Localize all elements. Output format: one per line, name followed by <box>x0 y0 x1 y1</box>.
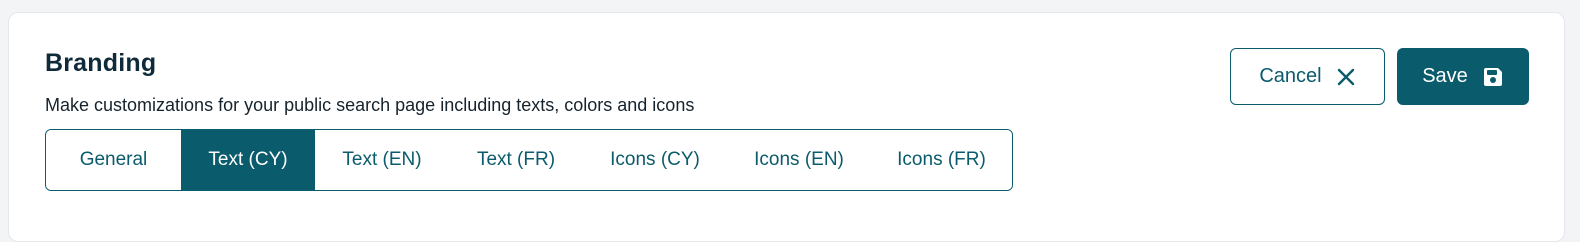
close-icon <box>1336 67 1356 87</box>
tab-label: General <box>79 149 148 170</box>
tab-label: Text (CY) <box>208 149 288 170</box>
tab-label: Text (EN) <box>342 149 422 170</box>
cancel-button[interactable]: Cancel <box>1230 48 1385 105</box>
tab-icons-fr[interactable]: Icons (FR) <box>871 130 1012 190</box>
tab-icons-cy[interactable]: Icons (CY) <box>583 130 727 190</box>
page-subtitle: Make customizations for your public sear… <box>45 95 695 115</box>
tab-general[interactable]: General <box>46 130 181 190</box>
tab-label: Icons (CY) <box>610 149 700 170</box>
tab-icons-en[interactable]: Icons (EN) <box>727 130 871 190</box>
tab-label: Icons (FR) <box>897 149 986 170</box>
tab-text-cy[interactable]: Text (CY) <box>181 130 315 190</box>
save-button[interactable]: Save <box>1397 48 1529 105</box>
branding-card: Branding Make customizations for your pu… <box>8 12 1565 242</box>
tab-text-fr[interactable]: Text (FR) <box>449 130 583 190</box>
save-button-label: Save <box>1422 65 1468 87</box>
floppy-disk-icon <box>1482 66 1504 88</box>
tab-bar: General Text (CY) Text (EN) Text (FR) Ic… <box>45 129 1013 191</box>
cancel-button-label: Cancel <box>1259 65 1322 87</box>
page-title: Branding <box>45 49 157 77</box>
tab-label: Icons (EN) <box>754 149 844 170</box>
tab-label: Text (FR) <box>476 149 556 170</box>
tab-text-en[interactable]: Text (EN) <box>315 130 449 190</box>
